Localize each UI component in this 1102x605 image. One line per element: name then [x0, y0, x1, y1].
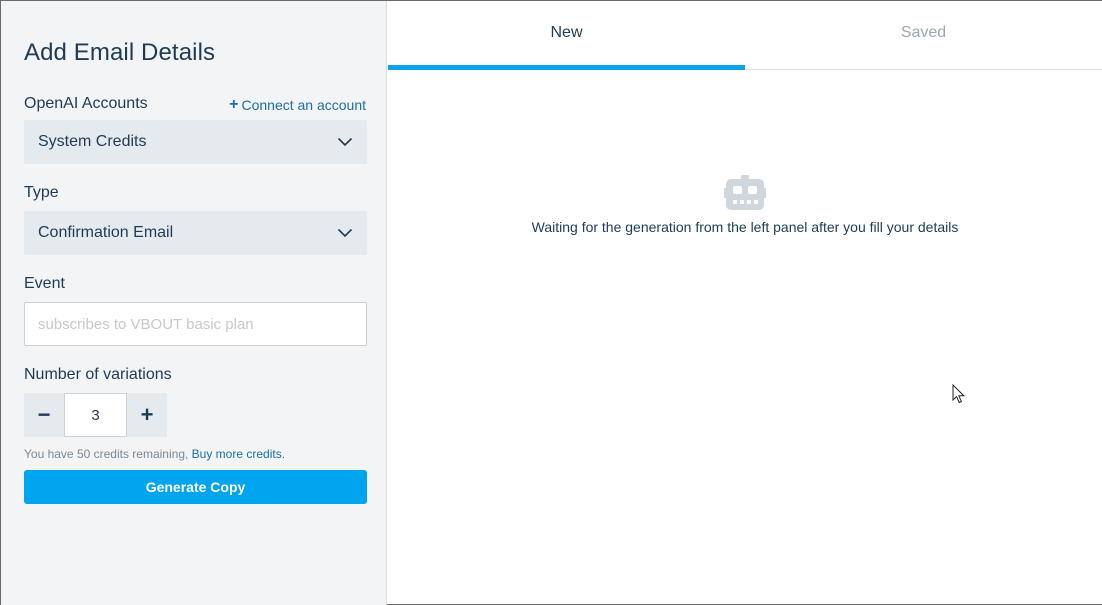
- event-label: Event: [24, 275, 65, 292]
- chevron-down-icon: [337, 228, 353, 238]
- type-selected-value: Confirmation Email: [38, 224, 174, 241]
- accounts-label: OpenAI Accounts: [24, 95, 148, 112]
- variations-stepper: − +: [24, 393, 167, 437]
- variations-input[interactable]: [64, 393, 127, 437]
- connect-account-label: Connect an account: [241, 97, 366, 113]
- variations-label: Number of variations: [24, 366, 172, 383]
- accounts-label-row: OpenAI Accounts + Connect an account: [24, 93, 366, 113]
- robot-icon: [724, 175, 766, 210]
- event-input[interactable]: [24, 302, 367, 346]
- type-label: Type: [24, 184, 59, 201]
- credits-note: You have 50 credits remaining, Buy more …: [24, 447, 366, 461]
- tab-new[interactable]: New: [388, 1, 745, 70]
- app-window: Add Email Details OpenAI Accounts + Conn…: [0, 0, 1102, 605]
- tab-saved[interactable]: Saved: [745, 1, 1102, 69]
- plus-icon: +: [229, 96, 239, 113]
- decrement-button[interactable]: −: [24, 393, 64, 437]
- results-panel: New Saved Waiting for the generation fro…: [388, 1, 1102, 604]
- accounts-select[interactable]: System Credits: [24, 120, 367, 164]
- type-select[interactable]: Confirmation Email: [24, 211, 367, 255]
- connect-account-link[interactable]: + Connect an account: [229, 96, 366, 114]
- email-details-panel: Add Email Details OpenAI Accounts + Conn…: [1, 1, 387, 605]
- mouse-cursor-icon: [952, 384, 966, 404]
- chevron-down-icon: [337, 137, 353, 147]
- generate-copy-button[interactable]: Generate Copy: [24, 470, 367, 504]
- empty-state-message: Waiting for the generation from the left…: [531, 219, 959, 235]
- accounts-selected-value: System Credits: [38, 133, 147, 150]
- buy-credits-link[interactable]: Buy more credits.: [192, 447, 285, 461]
- panel-title: Add Email Details: [24, 39, 216, 66]
- empty-state: Waiting for the generation from the left…: [388, 175, 1102, 235]
- credits-remaining-text: You have 50 credits remaining,: [24, 447, 189, 461]
- results-tabs: New Saved: [388, 1, 1102, 70]
- increment-button[interactable]: +: [127, 393, 167, 437]
